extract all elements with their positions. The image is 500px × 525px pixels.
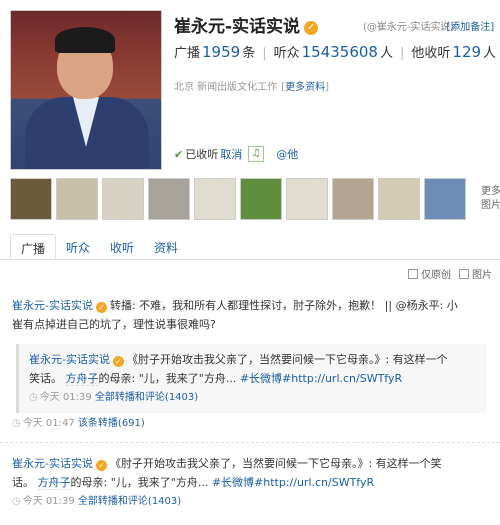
filter-images[interactable]: 图片: [459, 266, 492, 281]
repost-line2: 笑话。 方舟子的母亲: "儿，我来了"方舟... #长微博#http://url…: [29, 369, 476, 388]
repost-quote-tail: 的母亲: "儿，我来了"方舟...: [98, 372, 237, 385]
photo-thumbnail[interactable]: [148, 178, 190, 220]
feed-item-line1: 崔永元-实话实说 ✓ 《肘子开始攻击我父亲了，当然要问候一下它母亲。》: 有这样一个…: [12, 454, 488, 473]
photo-thumbnail[interactable]: [10, 178, 52, 220]
repost-box: 崔永元-实话实说 ✓ 《肘子开始攻击我父亲了，当然要问候一下它母亲。》: 有这样一个…: [16, 344, 486, 413]
feed-divider: [0, 442, 500, 443]
post-text-line1: 《肘子开始攻击我父亲了，当然要问候一下它母亲。》: 有这样一个笑: [109, 457, 442, 470]
repost-meta: ◷ 今天 01:39 全部转播和评论(1403): [29, 388, 476, 407]
clock-icon: ◷: [29, 392, 38, 403]
post-text-line2: 崔有点掉进自己的坑了，理性说事很难吗?: [12, 318, 216, 331]
post-meta: ◷ 今天 01:47 该条转播(691): [0, 414, 500, 433]
tab-listeners[interactable]: 听众: [56, 234, 100, 259]
followed-status: 已收听: [185, 148, 219, 161]
all-comments-link[interactable]: 全部转播和评论(1403): [95, 392, 198, 403]
topic-link[interactable]: #长微博: [240, 372, 282, 385]
photo-thumbnail[interactable]: [378, 178, 420, 220]
profile-stats: 广播 1959 条 | 听众 15435608 人 | 他收听 129 人: [174, 42, 496, 61]
mention-fangzhouzi[interactable]: 方舟子: [37, 476, 71, 490]
all-comments-link[interactable]: 全部转播和评论(1403): [78, 496, 181, 507]
photo-thumbnail[interactable]: [240, 178, 282, 220]
feed-item-text: 崔永元-实话实说 ✓ 转播: 不难，我和所有人都理性探讨，肘子除外，抱歉！ || @…: [12, 296, 488, 315]
topic-link[interactable]: #长微博: [212, 476, 254, 489]
verified-icon: ✓: [95, 460, 107, 471]
feed-item: 崔永元-实话实说 ✓ 转播: 不难，我和所有人都理性探讨，肘子除外，抱歉！ || @…: [0, 296, 500, 334]
repost-author[interactable]: 崔永元-实话实说: [29, 353, 110, 366]
unfollow-link[interactable]: 取消: [220, 146, 242, 162]
tab-following[interactable]: 收听: [100, 234, 144, 259]
feed-filters: 仅原创 图片: [408, 266, 492, 281]
posts-label[interactable]: 广播: [174, 42, 200, 61]
photo-thumbnail[interactable]: [286, 178, 328, 220]
photo-thumbnail[interactable]: [56, 178, 98, 220]
repost-time[interactable]: 今天 01:39: [40, 392, 92, 403]
url-link[interactable]: #http://url.cn/SWTfyR: [282, 372, 402, 385]
post-text-line1: 转播: 不难，我和所有人都理性探讨，肘子除外，抱歉！ || @杨永平: 小: [109, 299, 458, 312]
photo-thumbnail[interactable]: [424, 178, 466, 220]
filter-images-label: 图片: [472, 270, 492, 281]
location-text: 北京 新闻出版文化工作: [174, 82, 278, 93]
url-link[interactable]: #http://url.cn/SWTfyR: [254, 476, 374, 489]
verified-icon: ✓: [112, 356, 124, 367]
mention-fangzhouzi[interactable]: 方舟子: [65, 372, 99, 386]
post-time[interactable]: 今天 01:47: [23, 418, 75, 429]
filter-original[interactable]: 仅原创: [408, 266, 451, 281]
post-meta: ◷ 今天 01:39 全部转播和评论(1403): [12, 492, 488, 511]
repost-quote-text: 笑话。: [29, 372, 62, 385]
tab-bar: 广播 听众 收听 资料: [0, 234, 500, 260]
check-icon: ✔: [174, 147, 184, 161]
checkbox-images[interactable]: [459, 269, 469, 279]
post-text-tail: 的母亲: "儿，我来了"方舟...: [70, 476, 209, 489]
filter-original-label: 仅原创: [421, 270, 451, 281]
post-author[interactable]: 崔永元-实话实说: [12, 299, 93, 312]
post-text: 话。: [12, 476, 34, 489]
following-unit: 人: [483, 46, 497, 61]
verified-icon: ✓: [304, 21, 319, 35]
add-note-link[interactable]: [添加备注]: [440, 18, 494, 33]
avatar[interactable]: [10, 10, 162, 170]
photo-strip: 更多 图片: [10, 178, 500, 220]
clock-icon: ◷: [12, 496, 21, 507]
stats-divider: |: [400, 46, 405, 61]
profile-name: 崔永元-实话实说 ✓: [174, 12, 319, 37]
followers-count[interactable]: 15435608: [302, 43, 378, 61]
photo-thumbnail[interactable]: [332, 178, 374, 220]
posts-unit: 条: [242, 46, 256, 61]
follow-actions: ✔ 已收听 取消 ♫ @他: [174, 146, 298, 162]
post-time[interactable]: 今天 01:39: [23, 496, 75, 507]
repost-line1: 崔永元-实话实说 ✓ 《肘子开始攻击我父亲了，当然要问候一下它母亲。》: 有这样一个: [29, 350, 476, 369]
tab-info[interactable]: 资料: [144, 234, 188, 259]
posts-count[interactable]: 1959: [202, 43, 240, 61]
verified-icon: ✓: [95, 302, 107, 313]
repost-count-link[interactable]: 该条转播(691): [78, 418, 145, 429]
feed-item-line2: 话。 方舟子的母亲: "儿，我来了"方舟... #长微博#http://url.…: [12, 473, 488, 492]
stats-divider: |: [262, 46, 267, 61]
tab-broadcast[interactable]: 广播: [10, 234, 57, 259]
followers-unit: 人: [379, 46, 393, 61]
following-count[interactable]: 129: [452, 43, 481, 61]
mention-link[interactable]: @他: [276, 146, 298, 162]
followers-label[interactable]: 听众: [274, 42, 300, 61]
clock-icon: ◷: [12, 418, 21, 429]
following-label[interactable]: 他收听: [411, 42, 450, 61]
more-photos-label: 更多: [481, 186, 500, 197]
profile-name-text: 崔永元-实话实说: [174, 17, 301, 37]
avatar-hair: [55, 27, 115, 53]
photo-thumbnail[interactable]: [102, 178, 144, 220]
more-info-link[interactable]: 更多资料: [281, 82, 329, 93]
post-author[interactable]: 崔永元-实话实说: [12, 457, 93, 470]
more-photos-label: 图片: [481, 200, 500, 211]
more-photos-link[interactable]: 更多 图片: [470, 178, 500, 220]
headphone-icon[interactable]: ♫: [248, 146, 265, 162]
checkbox-original[interactable]: [408, 269, 418, 279]
photo-thumbnail[interactable]: [194, 178, 236, 220]
profile-location: 北京 新闻出版文化工作更多资料: [174, 78, 329, 93]
repost-quote-line1: 《肘子开始攻击我父亲了，当然要问候一下它母亲。》: 有这样一个: [126, 353, 448, 366]
feed-item: 崔永元-实话实说 ✓ 《肘子开始攻击我父亲了，当然要问候一下它母亲。》: 有这样一个…: [0, 454, 500, 511]
